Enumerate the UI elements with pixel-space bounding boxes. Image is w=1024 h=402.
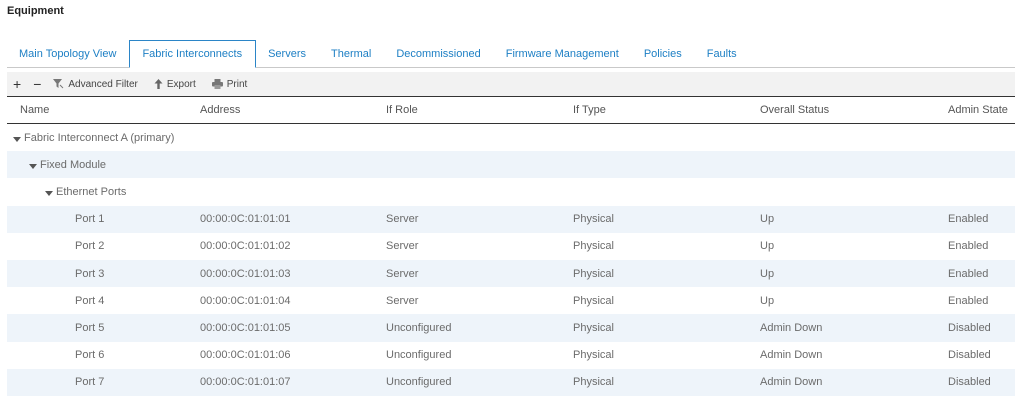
tab-servers[interactable]: Servers xyxy=(256,40,319,67)
tab-faults[interactable]: Faults xyxy=(695,40,750,67)
port-name: Port 6 xyxy=(75,349,105,362)
port-name: Port 4 xyxy=(75,294,105,307)
port-admin-state: Disabled xyxy=(948,349,991,362)
port-admin-state: Enabled xyxy=(948,267,989,280)
port-address: 00:00:0C:01:01:07 xyxy=(200,376,291,389)
port-overall-status: Up xyxy=(760,213,775,226)
column-header-name[interactable]: Name xyxy=(20,97,49,123)
ports-table: Name Address If Role If Type Overall Sta… xyxy=(7,96,1015,396)
export-button[interactable]: Export xyxy=(154,79,196,90)
port-address: 00:00:0C:01:01:01 xyxy=(200,213,291,226)
tree-row-fixed-module[interactable]: Fixed Module xyxy=(7,151,1015,179)
column-header-if-role[interactable]: If Role xyxy=(386,97,418,123)
port-if-type: Physical xyxy=(573,240,614,253)
port-address: 00:00:0C:01:01:05 xyxy=(200,321,291,334)
print-button[interactable]: Print xyxy=(211,78,248,90)
print-label: Print xyxy=(226,78,248,90)
column-header-if-type[interactable]: If Type xyxy=(573,97,606,123)
port-if-type: Physical xyxy=(573,213,614,226)
tab-main-topology-view[interactable]: Main Topology View xyxy=(7,40,129,67)
table-row[interactable]: Port 6 00:00:0C:01:01:06 Unconfigured Ph… xyxy=(7,342,1015,369)
advanced-filter-label: Advanced Filter xyxy=(68,78,138,90)
port-name: Port 3 xyxy=(75,267,105,280)
table-row[interactable]: Port 2 00:00:0C:01:01:02 Server Physical… xyxy=(7,233,1015,260)
tree-row-fabric-interconnect[interactable]: Fabric Interconnect A (primary) xyxy=(7,124,1015,151)
port-if-role: Server xyxy=(386,240,419,253)
port-address: 00:00:0C:01:01:06 xyxy=(200,349,291,362)
collapse-caret-icon[interactable] xyxy=(13,136,21,142)
port-admin-state: Enabled xyxy=(948,294,989,307)
port-address: 00:00:0C:01:01:02 xyxy=(200,240,291,253)
port-if-role: Unconfigured xyxy=(386,349,452,362)
port-name: Port 5 xyxy=(75,321,105,334)
port-if-role: Unconfigured xyxy=(386,321,452,334)
table-row[interactable]: Port 5 00:00:0C:01:01:05 Unconfigured Ph… xyxy=(7,314,1015,342)
tab-thermal[interactable]: Thermal xyxy=(319,40,384,67)
remove-button[interactable]: − xyxy=(33,76,41,92)
tree-label: Fabric Interconnect A (primary) xyxy=(24,131,175,144)
port-name: Port 7 xyxy=(75,376,105,389)
port-if-role: Server xyxy=(386,213,419,226)
column-header-admin-state[interactable]: Admin State xyxy=(948,97,1008,123)
tree-label: Fixed Module xyxy=(40,158,107,171)
tree-label: Ethernet Ports xyxy=(56,185,127,198)
print-icon xyxy=(211,79,223,89)
port-overall-status: Up xyxy=(760,294,775,307)
export-icon xyxy=(154,79,163,89)
port-if-type: Physical xyxy=(573,349,614,362)
tree-row-ethernet-ports[interactable]: Ethernet Ports xyxy=(7,178,1015,205)
column-header-overall-status[interactable]: Overall Status xyxy=(760,97,829,123)
port-address: 00:00:0C:01:01:03 xyxy=(200,267,291,280)
collapse-caret-icon[interactable] xyxy=(45,190,53,196)
port-overall-status: Up xyxy=(760,240,775,253)
port-if-type: Physical xyxy=(573,321,614,334)
add-button[interactable]: + xyxy=(13,76,21,92)
port-address: 00:00:0C:01:01:04 xyxy=(200,294,291,307)
port-if-type: Physical xyxy=(573,267,614,280)
collapse-caret-icon[interactable] xyxy=(29,163,37,169)
tab-fabric-interconnects[interactable]: Fabric Interconnects xyxy=(129,40,257,68)
table-row[interactable]: Port 3 00:00:0C:01:01:03 Server Physical… xyxy=(7,259,1015,288)
port-name: Port 1 xyxy=(75,213,105,226)
port-name: Port 2 xyxy=(75,240,105,253)
table-row[interactable]: Port 7 00:00:0C:01:01:07 Unconfigured Ph… xyxy=(7,368,1015,396)
port-admin-state: Disabled xyxy=(948,376,991,389)
advanced-filter-button[interactable]: Advanced Filter xyxy=(53,78,138,90)
filter-icon xyxy=(53,79,64,89)
port-if-role: Server xyxy=(386,267,419,280)
table-row[interactable]: Port 4 00:00:0C:01:01:04 Server Physical… xyxy=(7,287,1015,314)
port-if-type: Physical xyxy=(573,376,614,389)
page-title: Equipment xyxy=(7,5,64,17)
port-admin-state: Enabled xyxy=(948,240,989,253)
tab-policies[interactable]: Policies xyxy=(632,40,695,67)
port-overall-status: Up xyxy=(760,267,775,280)
port-admin-state: Enabled xyxy=(948,213,989,226)
tab-decommissioned[interactable]: Decommissioned xyxy=(384,40,493,67)
export-label: Export xyxy=(166,78,196,90)
port-overall-status: Admin Down xyxy=(760,376,823,389)
toolbar: + − Advanced Filter Export Print xyxy=(7,72,1015,96)
port-admin-state: Disabled xyxy=(948,321,991,334)
port-if-type: Physical xyxy=(573,294,614,307)
column-header-address[interactable]: Address xyxy=(200,97,240,123)
tab-firmware-management[interactable]: Firmware Management xyxy=(494,40,632,67)
port-overall-status: Admin Down xyxy=(760,349,823,362)
port-if-role: Unconfigured xyxy=(386,376,452,389)
tab-bar: Main Topology View Fabric Interconnects … xyxy=(7,40,1015,68)
port-overall-status: Admin Down xyxy=(760,321,823,334)
table-header: Name Address If Role If Type Overall Sta… xyxy=(7,96,1015,124)
table-row[interactable]: Port 1 00:00:0C:01:01:01 Server Physical… xyxy=(7,205,1015,233)
port-if-role: Server xyxy=(386,294,419,307)
